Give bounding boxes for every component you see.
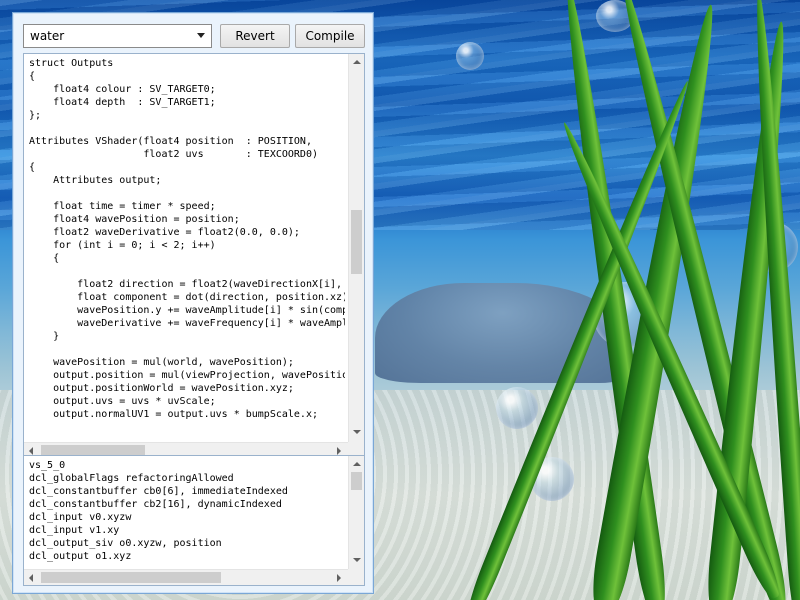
shader-select[interactable]: water xyxy=(23,24,212,48)
code-line: { xyxy=(29,253,60,264)
output-line: dcl_constantbuffer cb2[16], dynamicIndex… xyxy=(29,499,282,510)
code-line: } xyxy=(29,331,60,342)
source-code-editor[interactable]: struct Outputs { float4 colour : SV_TARGE… xyxy=(23,53,365,459)
output-horizontal-scrollbar[interactable] xyxy=(24,569,348,585)
compiled-output-panel[interactable]: vs_5_0 dcl_globalFlags refactoringAllowed… xyxy=(23,455,365,586)
code-line: output.positionWorld = wavePosition.xyz; xyxy=(29,383,294,394)
arrow-down-icon[interactable] xyxy=(353,558,361,562)
code-line: { xyxy=(29,71,36,82)
revert-button[interactable]: Revert xyxy=(220,24,290,48)
code-line: wavePosition = mul(world, wavePosition); xyxy=(29,357,294,368)
code-line: struct Outputs xyxy=(29,58,114,69)
code-lines: struct Outputs { float4 colour : SV_TARGE… xyxy=(29,57,345,421)
code-vertical-scroll-thumb[interactable] xyxy=(351,210,362,274)
code-line: { xyxy=(29,162,36,173)
arrow-up-icon[interactable] xyxy=(353,462,361,466)
code-line: output.position = mul(viewProjection, wa… xyxy=(29,370,345,381)
code-line: float time = timer * speed; xyxy=(29,201,216,212)
code-line: }; xyxy=(29,110,42,121)
output-line: dcl_output o1.xyz xyxy=(29,551,132,562)
shader-editor-window: water Revert Compile struct Outputs { flo… xyxy=(12,12,374,594)
output-vertical-scrollbar[interactable] xyxy=(348,456,364,569)
output-line: dcl_input v0.xyzw xyxy=(29,512,132,523)
chevron-down-icon xyxy=(197,33,205,38)
bubble xyxy=(456,42,484,70)
bubble xyxy=(496,387,538,429)
code-line: float4 wavePosition = position; xyxy=(29,214,240,225)
shader-select-value: water xyxy=(30,29,65,43)
code-line: float component = dot(direction, positio… xyxy=(29,292,345,303)
compile-button[interactable]: Compile xyxy=(295,24,365,48)
code-line: output.uvs = uvs * uvScale; xyxy=(29,396,216,407)
code-line: float4 depth : SV_TARGET1; xyxy=(29,97,216,108)
arrow-left-icon[interactable] xyxy=(29,574,33,582)
toolbar: water Revert Compile xyxy=(23,24,365,50)
output-vertical-scroll-thumb[interactable] xyxy=(351,472,362,490)
code-line: waveDerivative += waveFrequency[i] * wav… xyxy=(29,318,345,329)
code-line: float2 waveDerivative = float2(0.0, 0.0)… xyxy=(29,227,300,238)
output-horizontal-scroll-thumb[interactable] xyxy=(41,572,221,583)
output-line: dcl_output_siv o0.xyzw, position xyxy=(29,538,222,549)
code-vertical-scrollbar[interactable] xyxy=(348,54,364,442)
output-line: dcl_input v1.xy xyxy=(29,525,120,536)
code-line: for (int i = 0; i < 2; i++) xyxy=(29,240,216,251)
code-line: Attributes output; xyxy=(29,175,162,186)
arrow-left-icon[interactable] xyxy=(29,447,33,455)
scroll-corner xyxy=(348,569,364,585)
code-line: float4 colour : SV_TARGET0; xyxy=(29,84,216,95)
arrow-right-icon[interactable] xyxy=(337,447,341,455)
arrow-down-icon[interactable] xyxy=(353,430,361,434)
arrow-up-icon[interactable] xyxy=(353,60,361,64)
output-line: dcl_globalFlags refactoringAllowed xyxy=(29,473,234,484)
code-line: float2 uvs : TEXCOORD0) xyxy=(29,149,318,160)
code-line: output.normalUV1 = output.uvs * bumpScal… xyxy=(29,409,318,420)
code-line: Attributes VShader(float4 position : POS… xyxy=(29,136,312,147)
arrow-right-icon[interactable] xyxy=(337,574,341,582)
output-line: dcl_constantbuffer cb0[6], immediateInde… xyxy=(29,486,288,497)
code-line: wavePosition.y += waveAmplitude[i] * sin… xyxy=(29,305,345,316)
output-line: vs_5_0 xyxy=(29,460,66,471)
output-lines: vs_5_0 dcl_globalFlags refactoringAllowed… xyxy=(29,459,345,563)
code-line: float2 direction = float2(waveDirectionX… xyxy=(29,279,343,290)
